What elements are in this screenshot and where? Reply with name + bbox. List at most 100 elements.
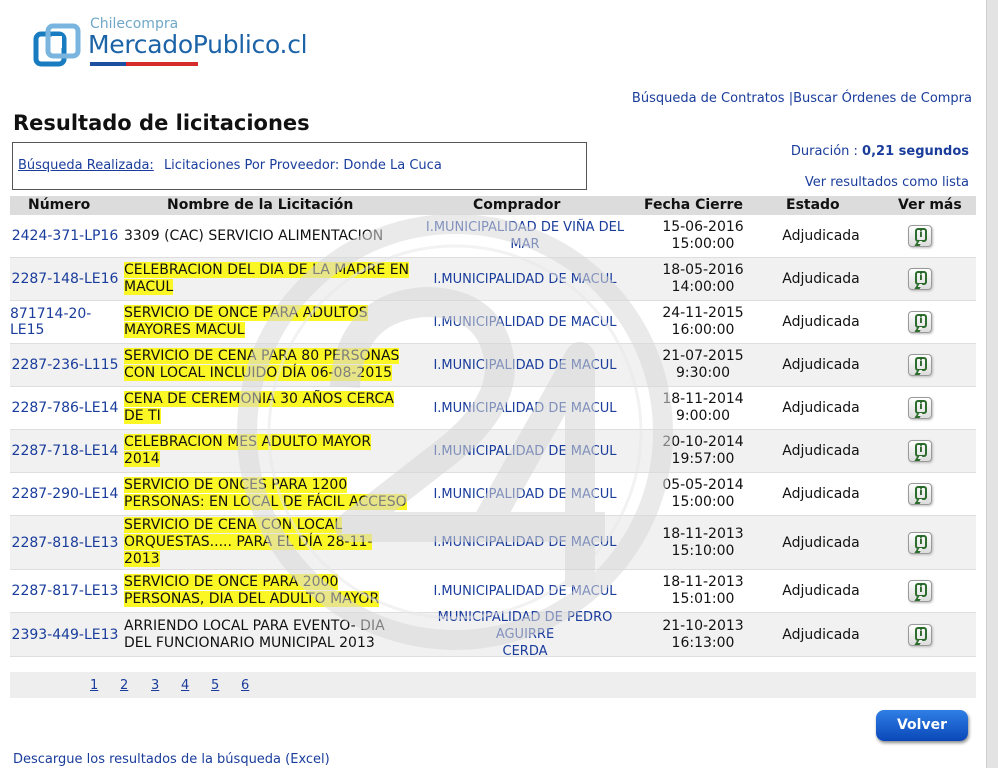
licitacion-nombre-text: 2013 [124, 551, 160, 567]
licitacion-numero-link[interactable]: 2287-818-LE13 [10, 516, 120, 569]
info-speech-bubble-icon: i [915, 534, 927, 549]
speech-bubble-tail [914, 499, 923, 504]
licitacion-nombre-line: CELEBRACION DEL DIA DE LA MADRE EN [124, 262, 410, 279]
comprador-link[interactable]: I.MUNICIPALIDAD DE MACUL [410, 387, 640, 429]
speech-bubble-tail [914, 370, 923, 375]
licitacion-nombre-text: SERVICIO DE CENA CON LOCAL [124, 517, 343, 533]
licitacion-nombre: SERVICIO DE ONCES PARA 1200 PERSONAS: EN … [124, 473, 416, 515]
comprador-link[interactable]: I.MUNICIPALIDAD DE MACUL [410, 516, 640, 569]
comprador-line: I.MUNICIPALIDAD DE MACUL [433, 486, 617, 502]
fecha-cierre-time: 16:00:00 [671, 322, 735, 338]
licitacion-numero-link[interactable]: 2287-786-LE14 [10, 387, 120, 429]
licitacion-numero-link[interactable]: 2424-371-LP16 [10, 215, 120, 257]
fecha-cierre-date: 20-10-2014 [662, 434, 744, 450]
comprador-link[interactable]: I.MUNICIPALIDAD DE MACUL [410, 473, 640, 515]
comprador-line: I.MUNICIPALIDAD DE MACUL [433, 314, 617, 330]
licitacion-nombre: SERVICIO DE ONCE PARA 2000 PERSONAS, DIA … [124, 570, 416, 612]
page-link-4[interactable]: 4 [181, 678, 189, 693]
licitacion-numero-link[interactable]: 2287-817-LE13 [10, 570, 120, 612]
comprador-link[interactable]: MUNICIPALIDAD DE PEDRO AGUIRRE CERDA [410, 610, 640, 659]
comprador-link[interactable]: I.MUNICIPALIDAD DE MACUL [410, 430, 640, 472]
licitacion-numero-link[interactable]: 2287-290-LE14 [10, 473, 120, 515]
ver-mas-button[interactable]: i [908, 531, 932, 554]
estado-text: Adjudicada [782, 271, 860, 287]
ver-mas-button[interactable]: i [908, 311, 932, 333]
comprador-link[interactable]: I.MUNICIPALIDAD DE MACUL [410, 301, 640, 343]
view-as-list-link[interactable]: Ver resultados como lista [805, 175, 969, 190]
busqueda-contratos-link[interactable]: Búsqueda de Contratos [632, 91, 785, 106]
comprador-link[interactable]: I.MUNICIPALIDAD DE MACUL [410, 344, 640, 386]
licitacion-nombre-text: 2014 [124, 451, 160, 467]
licitacion-nombre: CELEBRACION DEL DIA DE LA MADRE EN MACUL [124, 258, 416, 300]
ver-mas-button[interactable]: i [908, 483, 932, 505]
licitacion-numero-link[interactable]: 2287-148-LE16 [10, 258, 120, 300]
page-link-1[interactable]: 1 [90, 678, 98, 693]
col-header-nombre: Nombre de la Licitación [167, 197, 354, 213]
mercadopublico-logo[interactable]: Chilecompra MercadoPublico.cl [32, 14, 308, 76]
ver-mas-button[interactable]: i [908, 397, 932, 419]
page-link-5[interactable]: 5 [211, 678, 219, 693]
fecha-cierre-date: 18-11-2013 [662, 574, 744, 590]
ver-mas-button[interactable]: i [908, 623, 932, 646]
fecha-cierre: 05-05-2014 15:00:00 [648, 473, 758, 515]
col-header-estado: Estado [786, 197, 840, 213]
licitacion-nombre-text: CELEBRACION DEL DIA DE LA MADRE EN [124, 262, 410, 278]
estado-text: Adjudicada [782, 357, 860, 373]
fecha-cierre-time: 15:00:00 [671, 494, 735, 510]
fecha-cierre: 21-07-2015 9:30:00 [648, 344, 758, 386]
ver-mas-button[interactable]: i [908, 440, 932, 462]
page-link-3[interactable]: 3 [151, 678, 159, 693]
licitacion-nombre-line: SERVICIO DE CENA CON LOCAL [124, 517, 372, 534]
fecha-cierre-time: 15:01:00 [671, 591, 735, 607]
duration-value: 0,21 segundos [862, 144, 969, 159]
info-speech-bubble-icon: i [915, 626, 927, 641]
comprador-link[interactable]: I.MUNICIPALIDAD DE VIÑA DEL MAR [410, 215, 640, 257]
ver-mas-cell: i [890, 301, 950, 343]
window-scroll-edge[interactable] [986, 0, 998, 768]
speech-bubble-tail [914, 596, 923, 601]
ver-mas-button[interactable]: i [908, 268, 932, 290]
fecha-cierre-date: 15-06-2016 [662, 219, 744, 235]
licitacion-numero-link[interactable]: 2393-449-LE13 [10, 613, 120, 656]
licitacion-nombre-line: CON LOCAL INCLUIDO DÍA 06-08-2015 [124, 365, 399, 382]
volver-button[interactable]: Volver [876, 710, 968, 741]
table-row: 2424-371-LP16 3309 (CAC) SERVICIO ALIMENT… [10, 215, 976, 258]
logo-big-text: MercadoPublico.cl [88, 30, 308, 59]
table-row: 2287-148-LE16 CELEBRACION DEL DIA DE LA … [10, 258, 976, 301]
search-summary-label[interactable]: Búsqueda Realizada: [18, 158, 154, 173]
page-link-6[interactable]: 6 [241, 678, 249, 693]
licitacion-nombre: CELEBRACION MES ADULTO MAYOR 2014 [124, 430, 416, 472]
licitacion-nombre-line: PERSONAS, DIA DEL ADULTO MAYOR [124, 591, 380, 608]
table-row: 871714-20-LE15 SERVICIO DE ONCE PARA ADU… [10, 301, 976, 344]
estado-text: Adjudicada [782, 486, 860, 502]
ver-mas-button[interactable]: i [908, 225, 932, 247]
ver-mas-cell: i [890, 516, 950, 569]
fecha-cierre: 18-05-2016 14:00:00 [648, 258, 758, 300]
estado-text: Adjudicada [782, 583, 860, 599]
ver-mas-button[interactable]: i [908, 354, 932, 376]
licitacion-numero-link[interactable]: 2287-718-LE14 [10, 430, 120, 472]
table-row: 2287-817-LE13 SERVICIO DE ONCE PARA 2000… [10, 570, 976, 613]
licitacion-nombre-line: 2014 [124, 451, 371, 468]
comprador-link[interactable]: I.MUNICIPALIDAD DE MACUL [410, 258, 640, 300]
licitacion-numero-link[interactable]: 2287-236-L115 [10, 344, 120, 386]
fecha-cierre-time: 9:30:00 [676, 365, 730, 381]
speech-bubble-tail [914, 241, 923, 246]
comprador-link[interactable]: I.MUNICIPALIDAD DE MACUL [410, 570, 640, 612]
info-speech-bubble-icon: i [915, 400, 927, 414]
info-speech-bubble-icon: i [915, 583, 927, 597]
buscar-ordenes-link[interactable]: Buscar Órdenes de Compra [793, 91, 972, 106]
ver-mas-cell: i [890, 473, 950, 515]
licitacion-numero-link[interactable]: 871714-20-LE15 [10, 301, 120, 343]
ver-mas-button[interactable]: i [908, 580, 932, 602]
comprador-line: MUNICIPALIDAD DE PEDRO AGUIRRE [437, 610, 613, 642]
licitacion-nombre: SERVICIO DE ONCE PARA ADULTOS MAYORES MAC… [124, 301, 416, 343]
ver-mas-cell: i [890, 258, 950, 300]
fecha-cierre-time: 16:13:00 [671, 634, 735, 651]
page-link-2[interactable]: 2 [120, 678, 128, 693]
licitacion-nombre-line: DE TI [124, 408, 394, 425]
ver-mas-cell: i [890, 430, 950, 472]
fecha-cierre: 15-06-2016 15:00:00 [648, 215, 758, 257]
download-excel-link[interactable]: Descargue los resultados de la búsqueda … [13, 752, 330, 767]
licitacion-nombre-line: MAYORES MACUL [124, 322, 368, 339]
